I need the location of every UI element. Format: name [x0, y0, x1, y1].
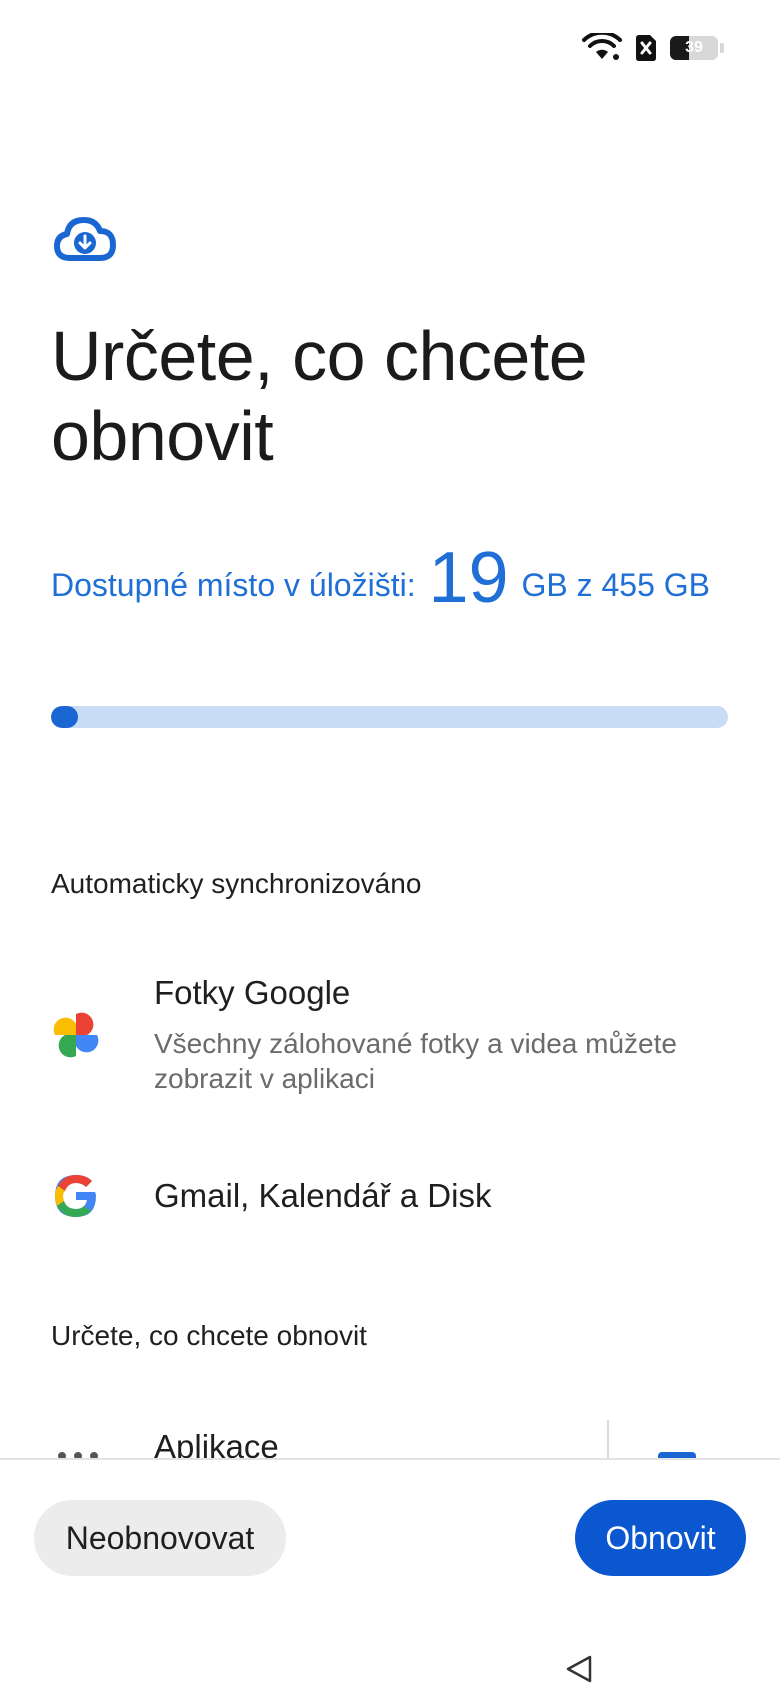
list-item-google-photos: Fotky Google Všechny zálohované fotky a …	[0, 970, 780, 1100]
storage-progress-bar	[51, 706, 728, 728]
skip-restore-button[interactable]: Neobnovovat	[34, 1500, 286, 1576]
storage-progress-fill	[51, 706, 79, 728]
google-icon	[55, 1175, 96, 1217]
gmail-calendar-drive-title: Gmail, Kalendář a Disk	[154, 1177, 492, 1214]
storage-suffix: GB z 455 GB	[521, 567, 710, 603]
google-photos-title: Fotky Google	[154, 974, 351, 1011]
restore-section-label: Určete, co chcete obnovit	[51, 1320, 367, 1351]
google-photos-icon	[53, 1012, 99, 1058]
status-bar: 39	[0, 0, 780, 100]
restore-button[interactable]: Obnovit	[575, 1500, 746, 1576]
back-triangle-icon[interactable]	[564, 1654, 594, 1684]
list-item-gmail-calendar-drive: Gmail, Kalendář a Disk	[0, 1165, 780, 1225]
battery-tip	[720, 43, 724, 53]
storage-prefix: Dostupné místo v úložišti:	[51, 567, 416, 603]
auto-synced-label: Automaticky synchronizováno	[51, 868, 422, 899]
google-photos-description: Všechny zálohované fotky a videa můžete …	[154, 1028, 677, 1094]
page-title: Určete, co chcete obnovit	[51, 317, 588, 475]
storage-available: 19	[428, 538, 509, 618]
no-sim-icon	[636, 35, 656, 61]
wifi-icon	[582, 33, 622, 60]
apps-divider	[607, 1420, 609, 1460]
battery-level: 39	[685, 39, 703, 56]
bottom-action-bar: Neobnovovat Obnovit	[0, 1458, 780, 1707]
cloud-download-icon	[54, 217, 116, 261]
storage-info: Dostupné místo v úložišti: 19 GB z 455 G…	[51, 542, 731, 615]
apps-title: Aplikace	[154, 1428, 279, 1460]
battery-icon: 39	[670, 36, 718, 60]
status-icons: 39	[582, 33, 724, 63]
